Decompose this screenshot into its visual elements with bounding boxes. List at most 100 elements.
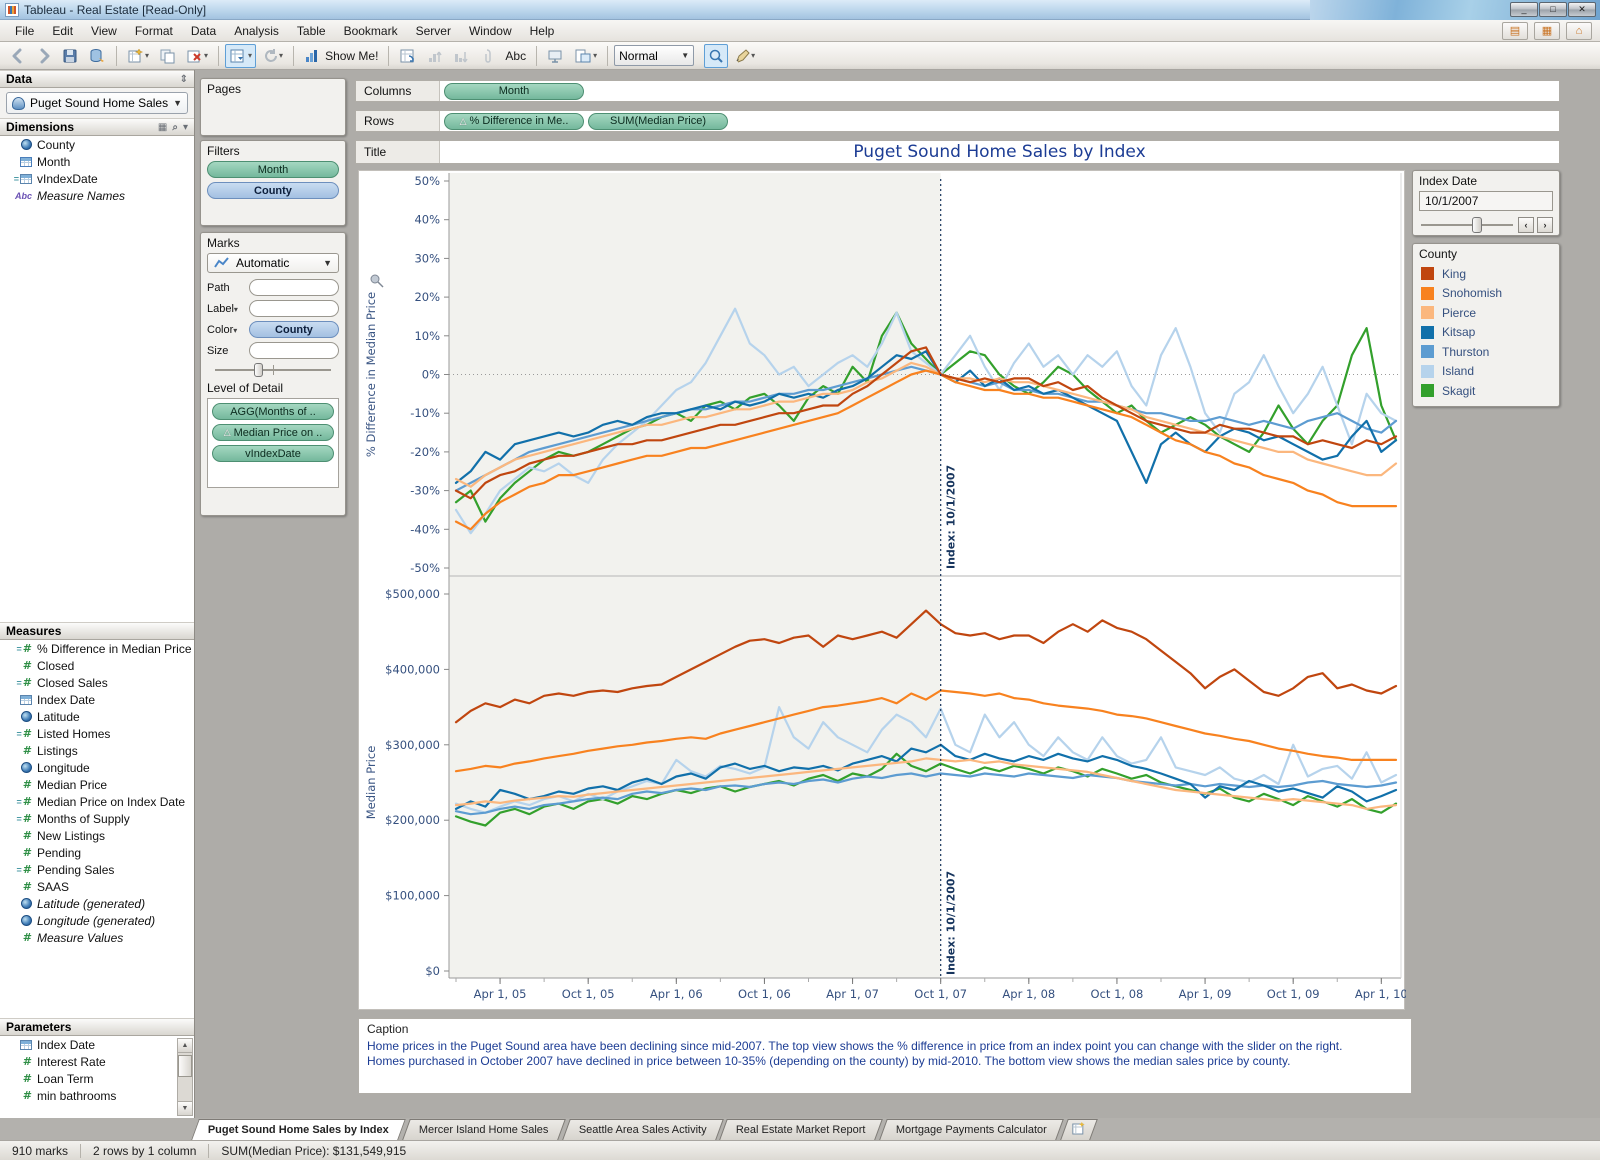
menu-file[interactable]: File xyxy=(6,21,43,41)
index-date-value[interactable]: 10/1/2007 xyxy=(1419,191,1553,211)
highlight-button[interactable] xyxy=(704,44,728,68)
menu-edit[interactable]: Edit xyxy=(43,21,82,41)
legend-item-pierce[interactable]: Pierce xyxy=(1419,303,1553,323)
level-of-detail-shelf[interactable]: AGG(Months of ..△Median Price on ..vInde… xyxy=(207,398,339,488)
legend-item-thurston[interactable]: Thurston xyxy=(1419,342,1553,362)
back-button[interactable] xyxy=(6,44,30,68)
parameters-header[interactable]: Parameters xyxy=(0,1018,194,1036)
legend-item-skagit[interactable]: Skagit xyxy=(1419,381,1553,401)
color-shelf-label[interactable]: Color▾ xyxy=(207,324,245,336)
field-pill-sum-median-price-[interactable]: SUM(Median Price) xyxy=(588,113,728,130)
measure-latitude[interactable]: Latitude xyxy=(0,708,194,725)
sort-ascending-button[interactable] xyxy=(423,44,447,68)
data-pane-header[interactable]: Data ⇕ xyxy=(0,70,194,88)
path-shelf[interactable] xyxy=(249,279,339,296)
close-button[interactable]: ✕ xyxy=(1568,2,1596,17)
duplicate-sheet-button[interactable] xyxy=(155,44,180,68)
page-setup-button[interactable]: ▾ xyxy=(570,44,601,68)
measure-measure-values[interactable]: #Measure Values xyxy=(0,929,194,946)
index-date-card[interactable]: Index Date 10/1/2007 ‹ › xyxy=(1412,170,1560,236)
mark-type-select[interactable]: Automatic ▼ xyxy=(207,253,339,273)
measure-pending-sales[interactable]: =#Pending Sales xyxy=(0,861,194,878)
measure-longitude[interactable]: Longitude xyxy=(0,759,194,776)
show-me-button[interactable]: Show Me! xyxy=(300,44,382,68)
sheet-tab-3[interactable]: Seattle Area Sales Activity xyxy=(562,1119,723,1140)
scroll-down-icon[interactable]: ▼ xyxy=(178,1101,192,1115)
swap-rows-columns-button[interactable]: ▾ xyxy=(225,44,256,68)
measure-median-price[interactable]: #Median Price xyxy=(0,776,194,793)
field-pill-county[interactable]: County xyxy=(207,182,339,199)
measure-longitude-generated-[interactable]: Longitude (generated) xyxy=(0,912,194,929)
parameter-min-bathrooms[interactable]: #min bathrooms xyxy=(0,1087,194,1104)
new-worksheet-button[interactable]: ▾ xyxy=(123,44,153,68)
view-toggle-grid-icon[interactable]: ▦ xyxy=(1534,22,1560,40)
maximize-button[interactable]: □ xyxy=(1539,2,1567,17)
measure-saas[interactable]: #SAAS xyxy=(0,878,194,895)
filters-shelf[interactable]: Filters MonthCounty xyxy=(200,140,346,226)
menu-view[interactable]: View xyxy=(82,21,126,41)
field-pill-month[interactable]: Month xyxy=(207,161,339,178)
size-slider-thumb[interactable] xyxy=(254,363,263,377)
dimension-vindexdate[interactable]: =vIndexDate xyxy=(0,170,194,187)
measure-listings[interactable]: #Listings xyxy=(0,742,194,759)
menu-data[interactable]: Data xyxy=(182,21,225,41)
dimension-month[interactable]: Month xyxy=(0,153,194,170)
presentation-mode-button[interactable] xyxy=(543,44,568,68)
measure-latitude-generated-[interactable]: Latitude (generated) xyxy=(0,895,194,912)
pivot-button[interactable] xyxy=(395,44,421,68)
index-date-slider[interactable] xyxy=(1419,217,1515,233)
parameters-scrollbar[interactable]: ▲ ▼ xyxy=(177,1038,193,1116)
field-pill-vindexdate[interactable]: vIndexDate xyxy=(212,445,334,462)
connect-data-button[interactable] xyxy=(84,44,110,68)
index-date-slider-thumb[interactable] xyxy=(1472,217,1482,233)
legend-item-snohomish[interactable]: Snohomish xyxy=(1419,284,1553,304)
chart-view[interactable]: 50%40%30%20%10%0%-10%-20%-30%-40%-50%$50… xyxy=(358,170,1405,1010)
pages-shelf[interactable]: Pages xyxy=(200,78,346,136)
color-shelf-pill[interactable]: County xyxy=(249,321,339,338)
dimension-county[interactable]: County xyxy=(0,136,194,153)
find-field-icon[interactable]: ⌕ xyxy=(172,122,178,133)
sheet-tab-4[interactable]: Real Estate Market Report xyxy=(720,1119,883,1140)
label-shelf[interactable] xyxy=(249,300,339,317)
menu-bookmark[interactable]: Bookmark xyxy=(335,21,407,41)
menu-analysis[interactable]: Analysis xyxy=(225,21,288,41)
minimize-button[interactable]: _ xyxy=(1510,2,1538,17)
title-shelf[interactable]: Title Puget Sound Home Sales by Index xyxy=(355,140,1560,164)
datasource-selector[interactable]: Puget Sound Home Sales ▼ xyxy=(6,92,188,114)
field-pill-month[interactable]: Month xyxy=(444,83,584,100)
measure-index-date[interactable]: Index Date xyxy=(0,691,194,708)
index-date-next-button[interactable]: › xyxy=(1537,217,1553,233)
size-slider[interactable] xyxy=(215,363,331,377)
menu-server[interactable]: Server xyxy=(407,21,460,41)
measure-median-price-on-index-date[interactable]: =#Median Price on Index Date xyxy=(0,793,194,810)
county-legend[interactable]: County KingSnohomishPierceKitsapThurston… xyxy=(1412,243,1560,407)
dimension-measure-names[interactable]: AbcMeasure Names xyxy=(0,187,194,204)
measure-pending[interactable]: #Pending xyxy=(0,844,194,861)
window-titlebar[interactable]: Tableau - Real Estate [Read-Only] _ □ ✕ xyxy=(0,0,1600,20)
field-pill--difference-in-me-[interactable]: △% Difference in Me.. xyxy=(444,113,584,130)
label-shelf-label[interactable]: Label▾ xyxy=(207,303,245,315)
legend-item-island[interactable]: Island xyxy=(1419,362,1553,382)
caption-card[interactable]: Caption Home prices in the Puget Sound a… xyxy=(358,1018,1412,1094)
scroll-up-icon[interactable]: ▲ xyxy=(178,1039,192,1053)
sort-datasources-icon[interactable]: ⇕ xyxy=(180,74,188,85)
menu-window[interactable]: Window xyxy=(460,21,521,41)
show-mark-labels-button[interactable]: Abc xyxy=(501,44,530,68)
dimensions-menu-icon[interactable]: ▾ xyxy=(183,122,188,133)
legend-item-king[interactable]: King xyxy=(1419,264,1553,284)
fit-mode-select[interactable]: Normal ▼ xyxy=(614,45,694,66)
rows-shelf[interactable]: Rows △% Difference in Me..SUM(Median Pri… xyxy=(355,110,1560,132)
new-sheet-tab[interactable] xyxy=(1060,1119,1098,1140)
legend-item-kitsap[interactable]: Kitsap xyxy=(1419,323,1553,343)
dimensions-header[interactable]: Dimensions ▦ ⌕ ▾ xyxy=(0,118,194,136)
parameter-loan-term[interactable]: #Loan Term xyxy=(0,1070,194,1087)
measure--difference-in-median-price[interactable]: =#% Difference in Median Price xyxy=(0,640,194,657)
run-update-button[interactable]: ▾ xyxy=(258,44,287,68)
view-data-icon[interactable]: ▦ xyxy=(158,122,167,133)
marks-card[interactable]: Marks Automatic ▼ Path Label▾ Color▾ Cou… xyxy=(200,232,346,516)
sheet-tab-2[interactable]: Mercer Island Home Sales xyxy=(402,1119,565,1140)
sort-descending-button[interactable] xyxy=(449,44,473,68)
sheet-tab-1[interactable]: Puget Sound Home Sales by Index xyxy=(191,1119,406,1140)
columns-shelf[interactable]: Columns Month xyxy=(355,80,1560,102)
measure-new-listings[interactable]: #New Listings xyxy=(0,827,194,844)
